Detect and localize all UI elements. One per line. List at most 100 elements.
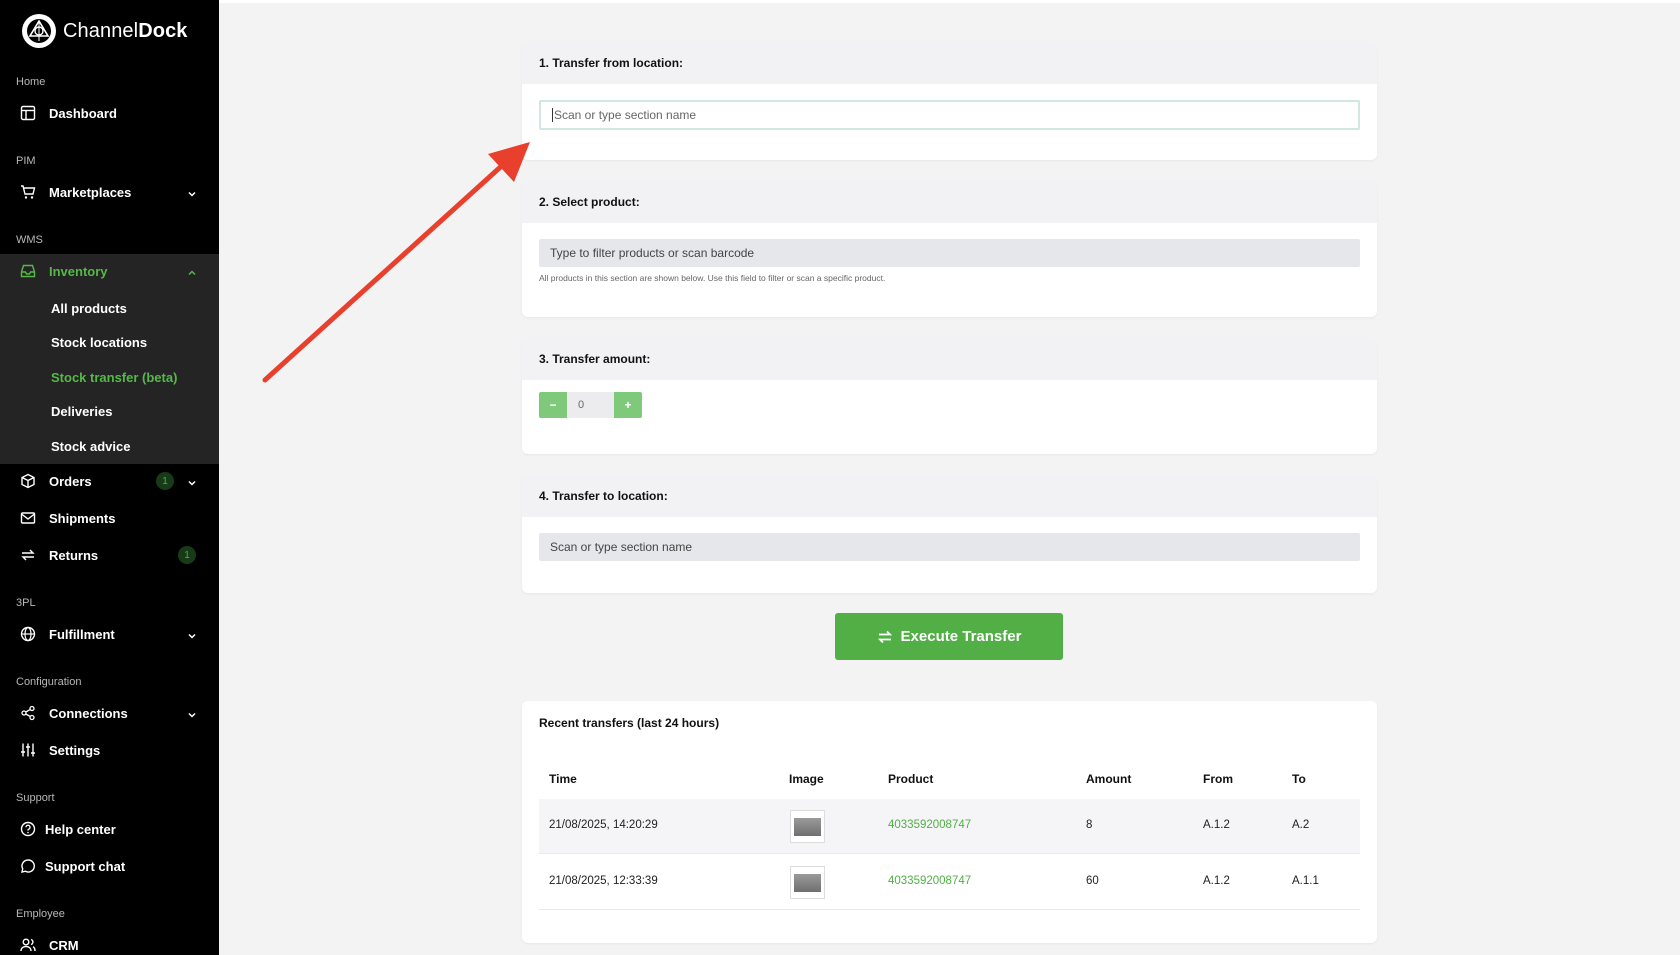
card-title: 1. Transfer from location: xyxy=(522,42,1377,84)
column-header-from: From xyxy=(1203,772,1233,786)
card-title: 2. Select product: xyxy=(522,181,1377,223)
increment-button[interactable]: + xyxy=(614,392,642,418)
top-border xyxy=(219,0,1680,3)
card-transfer-to: 4. Transfer to location: Scan or type se… xyxy=(522,475,1377,593)
from-location-placeholder: Scan or type section name xyxy=(554,108,697,122)
sidebar-item-dashboard[interactable]: Dashboard xyxy=(0,96,219,130)
swap-arrows-icon xyxy=(877,630,892,643)
column-header-to: To xyxy=(1292,772,1306,786)
cell-product-link[interactable]: 4033592008747 xyxy=(888,819,971,831)
chat-bubble-icon xyxy=(20,858,36,874)
card-title: 3. Transfer amount: xyxy=(522,338,1377,380)
section-label-wms: WMS xyxy=(16,234,43,246)
section-label-configuration: Configuration xyxy=(16,676,82,688)
to-location-placeholder: Scan or type section name xyxy=(550,540,693,554)
sidebar-item-label: Connections xyxy=(49,705,128,721)
cell-to: A.2 xyxy=(1292,819,1310,831)
cell-amount: 8 xyxy=(1086,819,1093,831)
globe-icon xyxy=(20,626,36,642)
execute-transfer-button[interactable]: Execute Transfer xyxy=(835,613,1063,660)
column-header-product: Product xyxy=(888,772,934,786)
inventory-group: Inventory All products Stock locations S… xyxy=(0,254,219,464)
sidebar-item-label: Help center xyxy=(45,821,116,837)
card-transfer-amount: 3. Transfer amount: − 0 + xyxy=(522,338,1377,454)
orders-count-badge: 1 xyxy=(156,472,174,490)
text-caret xyxy=(552,108,553,122)
product-thumbnail[interactable] xyxy=(790,866,825,899)
chevron-down-icon xyxy=(187,628,197,639)
cell-from: A.1.2 xyxy=(1203,819,1230,831)
column-header-amount: Amount xyxy=(1086,772,1132,786)
cell-time: 21/08/2025, 12:33:39 xyxy=(549,875,658,887)
sidebar-item-help-center[interactable]: Help center xyxy=(0,812,219,846)
sidebar-item-support-chat[interactable]: Support chat xyxy=(0,849,219,883)
sidebar-item-inventory[interactable]: Inventory xyxy=(0,254,219,288)
sidebar-subitem-deliveries[interactable]: Deliveries xyxy=(51,404,112,419)
sidebar-item-fulfillment[interactable]: Fulfillment xyxy=(0,617,219,651)
share-nodes-icon xyxy=(20,705,36,721)
to-location-input[interactable]: Scan or type section name xyxy=(539,533,1360,561)
sidebar-item-label: Returns xyxy=(49,547,99,563)
card-title: 4. Transfer to location: xyxy=(522,475,1377,517)
product-filter-help: All products in this section are shown b… xyxy=(539,273,886,283)
sidebar-item-settings[interactable]: Settings xyxy=(0,733,219,767)
sidebar-item-orders[interactable]: Orders 1 xyxy=(0,464,219,498)
sidebar-item-marketplaces[interactable]: Marketplaces xyxy=(0,175,219,209)
column-header-time: Time xyxy=(549,772,577,786)
sidebar-item-label: CRM xyxy=(49,937,79,953)
users-icon xyxy=(20,937,36,953)
section-label-employee: Employee xyxy=(16,908,65,920)
section-label-3pl: 3PL xyxy=(16,597,36,609)
card-transfer-from: 1. Transfer from location: Scan or type … xyxy=(522,42,1377,160)
sidebar-item-shipments[interactable]: Shipments xyxy=(0,501,219,535)
logo[interactable]: ChannelDock xyxy=(22,13,188,49)
sidebar: ChannelDock Home Dashboard PIM Marketpla… xyxy=(0,0,219,955)
help-circle-icon xyxy=(20,821,36,837)
inbox-icon xyxy=(20,263,36,279)
sidebar-subitem-all-products[interactable]: All products xyxy=(51,301,127,316)
execute-transfer-label: Execute Transfer xyxy=(900,628,1022,645)
dashboard-icon xyxy=(20,105,36,121)
decrement-button[interactable]: − xyxy=(539,392,567,418)
sidebar-item-label: Shipments xyxy=(49,510,116,526)
sidebar-item-label: Orders xyxy=(49,473,92,489)
sidebar-item-connections[interactable]: Connections xyxy=(0,696,219,730)
table-row: 21/08/2025, 12:33:39 4033592008747 60 A.… xyxy=(539,855,1360,910)
cell-from: A.1.2 xyxy=(1203,875,1230,887)
from-location-input[interactable]: Scan or type section name xyxy=(539,100,1360,130)
section-label-home: Home xyxy=(16,76,46,88)
sidebar-item-label: Inventory xyxy=(49,263,108,279)
recent-transfers-card: Recent transfers (last 24 hours) Time Im… xyxy=(522,701,1377,943)
sidebar-item-crm[interactable]: CRM xyxy=(0,928,219,955)
recent-transfers-title: Recent transfers (last 24 hours) xyxy=(539,716,720,730)
return-arrows-icon xyxy=(20,547,36,563)
chevron-down-icon xyxy=(187,475,197,486)
cell-product-link[interactable]: 4033592008747 xyxy=(888,875,971,887)
sidebar-item-returns[interactable]: Returns 1 xyxy=(0,538,219,572)
table-row: 21/08/2025, 14:20:29 4033592008747 8 A.1… xyxy=(539,799,1360,854)
product-filter-placeholder: Type to filter products or scan barcode xyxy=(550,246,755,260)
quantity-stepper: − 0 + xyxy=(539,392,642,418)
chevron-down-icon xyxy=(187,186,197,197)
cart-icon xyxy=(20,184,36,200)
chevron-up-icon xyxy=(187,265,197,276)
logo-text: ChannelDock xyxy=(63,19,188,42)
quantity-input[interactable]: 0 xyxy=(567,392,614,418)
sidebar-item-label: Marketplaces xyxy=(49,184,132,200)
annotation-arrow-icon xyxy=(262,142,530,383)
logo-icon xyxy=(22,14,56,48)
returns-count-badge: 1 xyxy=(178,546,196,564)
product-filter-input[interactable]: Type to filter products or scan barcode xyxy=(539,239,1360,267)
cell-to: A.1.1 xyxy=(1292,875,1319,887)
sidebar-item-label: Settings xyxy=(49,742,101,758)
cell-amount: 60 xyxy=(1086,875,1099,887)
sidebar-subitem-stock-transfer[interactable]: Stock transfer (beta) xyxy=(51,370,177,385)
sidebar-item-label: Fulfillment xyxy=(49,626,115,642)
box-icon xyxy=(20,473,36,489)
product-thumbnail[interactable] xyxy=(790,810,825,843)
cell-time: 21/08/2025, 14:20:29 xyxy=(549,819,658,831)
sidebar-subitem-stock-locations[interactable]: Stock locations xyxy=(51,335,147,350)
chevron-down-icon xyxy=(187,707,197,718)
sliders-icon xyxy=(20,742,36,758)
sidebar-subitem-stock-advice[interactable]: Stock advice xyxy=(51,439,131,454)
